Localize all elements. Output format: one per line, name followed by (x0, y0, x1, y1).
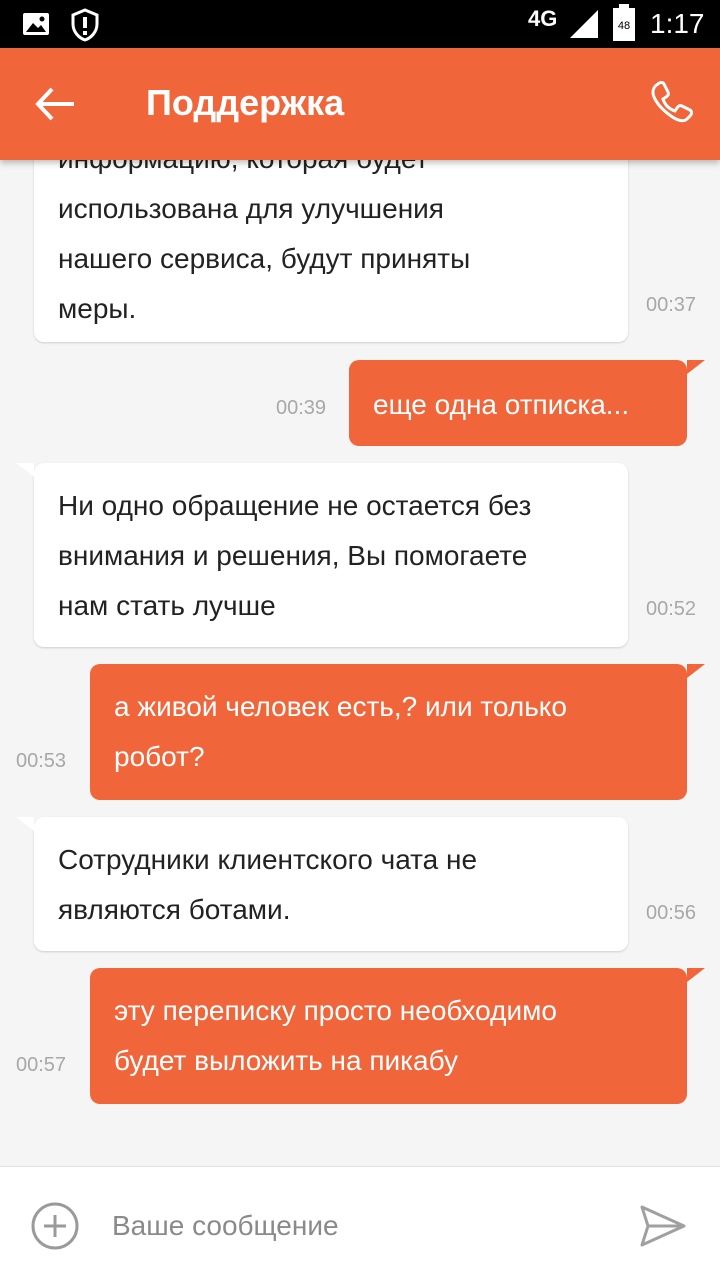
message-line: Ни одно обращение не остается без (58, 490, 532, 521)
shield-alert-icon (71, 8, 99, 42)
plus-circle-icon (31, 1202, 79, 1250)
message-line: Сотрудники клиентского чата не (58, 844, 478, 875)
message-time: 00:37 (646, 294, 697, 316)
message-time: 00:53 (16, 750, 67, 772)
battery-level: 48 (618, 20, 630, 32)
outgoing-message: эту переписку просто необходимо будет вы… (90, 968, 705, 1104)
message-line: информацию, которая будет (58, 160, 604, 184)
message-line: меры. (58, 293, 137, 324)
clock: 1:17 (650, 8, 705, 39)
status-bar: 4G 48 1:17 (0, 0, 720, 48)
incoming-message: информацию, которая будет использована д… (34, 160, 628, 342)
message-composer (0, 1166, 720, 1280)
message-line: еще одна отписка... (373, 389, 630, 420)
message-input[interactable] (112, 1201, 612, 1251)
image-notification-icon (23, 13, 49, 35)
incoming-message: Сотрудники клиентского чата не являются … (16, 817, 628, 951)
message-line: внимания и решения, Вы помогаете (58, 540, 528, 571)
signal-icon (570, 10, 598, 38)
message-line: робот? (114, 741, 205, 772)
outgoing-message: еще одна отписка... (349, 360, 705, 446)
message-list[interactable]: информацию, которая будет использована д… (0, 160, 720, 1166)
message-time: 00:52 (646, 598, 697, 620)
message-line: использована для улучшения (58, 193, 444, 224)
outgoing-message: а живой человек есть,? или только робот? (90, 664, 705, 800)
message-time: 00:56 (646, 902, 697, 924)
back-button[interactable] (20, 76, 92, 132)
message-time: 00:57 (16, 1054, 67, 1076)
message-line: нашего сервиса, будут приняты (58, 243, 471, 274)
attach-button[interactable] (30, 1201, 80, 1251)
phone-icon (651, 81, 693, 123)
app-bar: Поддержка (0, 48, 720, 160)
send-icon (640, 1205, 686, 1247)
message-line: а живой человек есть,? или только (114, 691, 567, 722)
battery-icon: 48 (613, 4, 635, 41)
message-line: эту переписку просто необходимо (114, 995, 557, 1026)
message-time: 00:39 (276, 397, 327, 419)
message-line: нам стать лучше (58, 590, 276, 621)
incoming-message: Ни одно обращение не остается без вниман… (16, 463, 628, 647)
message-line: будет выложить на пикабу (114, 1045, 459, 1076)
arrow-left-icon (35, 87, 74, 121)
page-title: Поддержка (146, 82, 345, 123)
call-button[interactable] (642, 72, 702, 132)
network-type: 4G (528, 6, 558, 31)
message-line: являются ботами. (58, 894, 291, 925)
send-button[interactable] (636, 1199, 690, 1253)
